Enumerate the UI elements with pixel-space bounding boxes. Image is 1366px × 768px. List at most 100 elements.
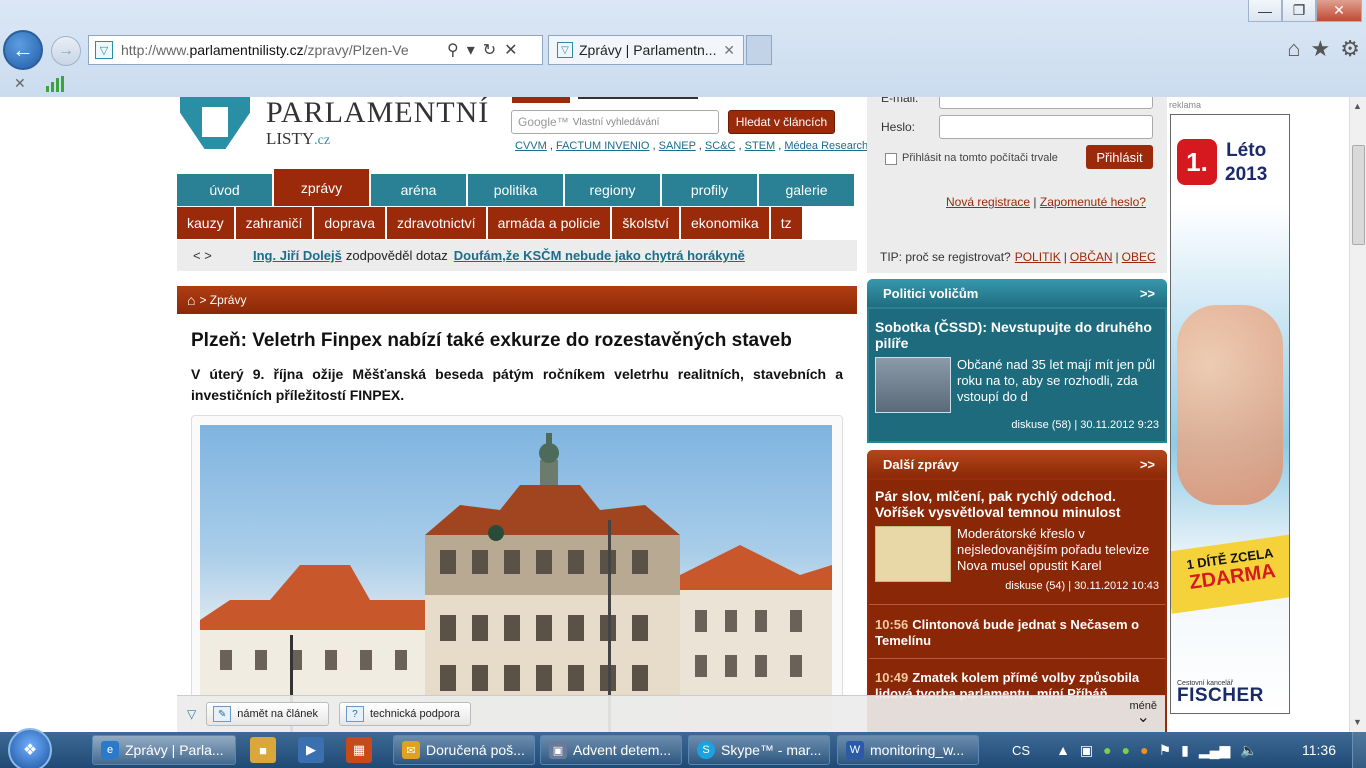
politici-article-title[interactable]: Sobotka (ČSSD): Nevstupujte do druhého p… xyxy=(875,319,1155,351)
header-decor-line xyxy=(578,97,698,99)
stop-icon[interactable]: ✕ xyxy=(504,40,517,60)
scroll-down-icon[interactable]: ▼ xyxy=(1353,717,1362,727)
home-icon[interactable]: ⌂ xyxy=(187,292,195,308)
home-icon[interactable]: ⌂ xyxy=(1287,36,1300,62)
maximize-icon[interactable]: ❐ xyxy=(1282,0,1316,22)
folder-icon[interactable]: ■ xyxy=(250,737,276,763)
scroll-thumb[interactable] xyxy=(1352,145,1365,245)
tray-orange-icon[interactable]: ● xyxy=(1140,742,1148,758)
collapse-button[interactable]: méně ⌄ xyxy=(1129,700,1157,726)
tray-app-icon[interactable]: ▣ xyxy=(1080,742,1093,759)
refresh-icon[interactable]: ↻ xyxy=(483,40,496,60)
ticker-arrows[interactable]: < > xyxy=(193,248,253,263)
nav-profily[interactable]: profily xyxy=(662,174,757,206)
start-button[interactable]: ❖ xyxy=(8,728,52,768)
tab-active[interactable]: ▽ Zprávy | Parlamentn... ✕ xyxy=(548,35,744,65)
taskbar-item-document[interactable]: ▣ Advent detem... xyxy=(540,735,682,765)
dalsi-article-photo[interactable] xyxy=(875,526,951,582)
tab-close-icon[interactable]: ✕ xyxy=(723,42,735,59)
dropdown-icon[interactable]: ▾ xyxy=(467,40,475,60)
search-button[interactable]: Hledat v článcích xyxy=(728,110,835,134)
nav-arena[interactable]: aréna xyxy=(371,174,466,206)
subnav-zdravotnictvi[interactable]: zdravotnictví xyxy=(386,207,486,239)
volume-icon[interactable]: 🔈 xyxy=(1240,742,1257,759)
address-bar[interactable]: ▽ http://www.parlamentnilisty.cz/zpravy/… xyxy=(88,35,543,65)
search-icon[interactable]: ⚲ xyxy=(447,40,459,60)
source-link-medea[interactable]: Médea Research xyxy=(784,140,868,152)
new-tab-button[interactable] xyxy=(746,35,772,65)
action-center-flag-icon[interactable]: ⚑ xyxy=(1159,742,1172,759)
tip-link-obcan[interactable]: OBČAN xyxy=(1070,250,1113,264)
nav-galerie[interactable]: galerie xyxy=(759,174,854,206)
tray-skype-icon[interactable]: ● xyxy=(1122,742,1130,758)
source-link-scc[interactable]: SC&C xyxy=(705,140,736,152)
source-link-cvvm[interactable]: CVVM xyxy=(515,140,547,152)
close-toolbar-icon[interactable]: ✕ xyxy=(14,75,26,92)
article-photo[interactable] xyxy=(200,425,832,732)
source-link-sanep[interactable]: SANEP xyxy=(659,140,696,152)
taskbar-item-mail[interactable]: ✉ Doručená poš... xyxy=(393,735,535,765)
dalsi-article-title[interactable]: Pár slov, mlčení, pak rychlý odchod. Voř… xyxy=(875,488,1161,520)
taskbar-item-word[interactable]: W monitoring_w... xyxy=(837,735,979,765)
favorites-star-icon[interactable]: ★ xyxy=(1311,36,1331,62)
network-signal-icon[interactable]: ▂▄▆ xyxy=(1199,742,1230,759)
close-icon[interactable]: ✕ xyxy=(1316,0,1362,22)
forward-button[interactable]: → xyxy=(51,36,81,66)
tray-sync-icon[interactable]: ● xyxy=(1103,742,1111,758)
subnav-ekonomika[interactable]: ekonomika xyxy=(681,207,769,239)
nav-zpravy[interactable]: zprávy xyxy=(274,169,369,206)
minimize-icon[interactable]: — xyxy=(1248,0,1282,22)
gear-icon[interactable]: ⚙ xyxy=(1340,36,1360,62)
nav-uvod[interactable]: úvod xyxy=(177,174,272,206)
scroll-up-icon[interactable]: ▲ xyxy=(1353,101,1362,111)
tip-link-politik[interactable]: POLITIK xyxy=(1015,250,1061,264)
language-indicator[interactable]: CS xyxy=(1012,743,1030,758)
tray-expand-icon[interactable]: ▲ xyxy=(1056,742,1070,758)
vertical-scrollbar[interactable]: ▲ ▼ xyxy=(1349,97,1366,732)
dalsi-meta[interactable]: diskuse (54) | 30.11.2012 10:43 xyxy=(1005,580,1159,592)
subnav-skolstvi[interactable]: školství xyxy=(612,207,679,239)
url-text[interactable]: http://www.parlamentnilisty.cz/zpravy/Pl… xyxy=(121,42,439,58)
breadcrumb-text[interactable]: > Zprávy xyxy=(199,293,246,307)
source-link-factum[interactable]: FACTUM INVENIO xyxy=(556,140,650,152)
forgot-password-link[interactable]: Zapomenuté heslo? xyxy=(1040,195,1146,209)
politici-more[interactable]: >> xyxy=(1140,286,1155,301)
site-logo[interactable]: PARLAMENTNÍ LISTY.cz xyxy=(180,97,489,151)
subnav-armada[interactable]: armáda a policie xyxy=(487,207,611,239)
email-field[interactable] xyxy=(939,97,1153,109)
dalsi-more[interactable]: >> xyxy=(1140,457,1155,472)
password-field[interactable] xyxy=(939,115,1153,139)
login-button[interactable]: Přihlásit xyxy=(1086,145,1153,169)
register-link[interactable]: Nová registrace xyxy=(946,195,1030,209)
politician-photo[interactable] xyxy=(875,357,951,413)
taskbar-item-browser[interactable]: e Zprávy | Parla... xyxy=(92,735,236,765)
politici-header[interactable]: Politici voličům xyxy=(883,286,978,301)
ticker-person-link[interactable]: Ing. Jiří Dolejš xyxy=(253,248,342,263)
news-item[interactable]: 10:56 Clintonová bude jednat s Nečasem o … xyxy=(875,617,1161,649)
office-icon[interactable]: ▦ xyxy=(346,737,372,763)
system-tray: CS ▲ ▣ ● ● ● ⚑ ▮ ▂▄▆ 🔈 xyxy=(1012,732,1258,768)
back-button[interactable]: ← xyxy=(3,30,43,70)
clock[interactable]: 11:36 xyxy=(1302,742,1336,758)
show-desktop-button[interactable] xyxy=(1352,732,1366,768)
tech-support-button[interactable]: ? technická podpora xyxy=(338,702,471,726)
nav-politika[interactable]: politika xyxy=(468,174,563,206)
subnav-doprava[interactable]: doprava xyxy=(314,207,385,239)
logo-line1: PARLAMENTNÍ xyxy=(266,97,490,129)
tip-link-obec[interactable]: OBEC xyxy=(1122,250,1156,264)
media-player-icon[interactable]: ▶ xyxy=(298,737,324,763)
battery-icon[interactable]: ▮ xyxy=(1181,742,1189,759)
remember-checkbox[interactable] xyxy=(885,153,897,165)
suggest-article-button[interactable]: ✎ námět na článek xyxy=(206,702,329,726)
nav-regiony[interactable]: regiony xyxy=(565,174,660,206)
subnav-tz[interactable]: tz xyxy=(770,207,802,239)
source-link-stem[interactable]: STEM xyxy=(745,140,776,152)
ticker-question-link[interactable]: Doufám,že KSČM nebude jako chytrá horáky… xyxy=(454,248,745,263)
dalsi-header[interactable]: Další zprávy xyxy=(883,457,959,472)
politici-meta[interactable]: diskuse (58) | 30.11.2012 9:23 xyxy=(1011,419,1159,431)
subnav-zahranici[interactable]: zahraničí xyxy=(235,207,313,239)
subnav-kauzy[interactable]: kauzy xyxy=(177,207,234,239)
search-input[interactable]: Google™ Vlastní vyhledávání xyxy=(511,110,719,134)
taskbar-item-skype[interactable]: S Skype™ - mar... xyxy=(688,735,830,765)
ad-banner[interactable]: 1. Léto 2013 1 DÍTĚ ZCELA ZDARMA Cestovní… xyxy=(1170,114,1290,714)
